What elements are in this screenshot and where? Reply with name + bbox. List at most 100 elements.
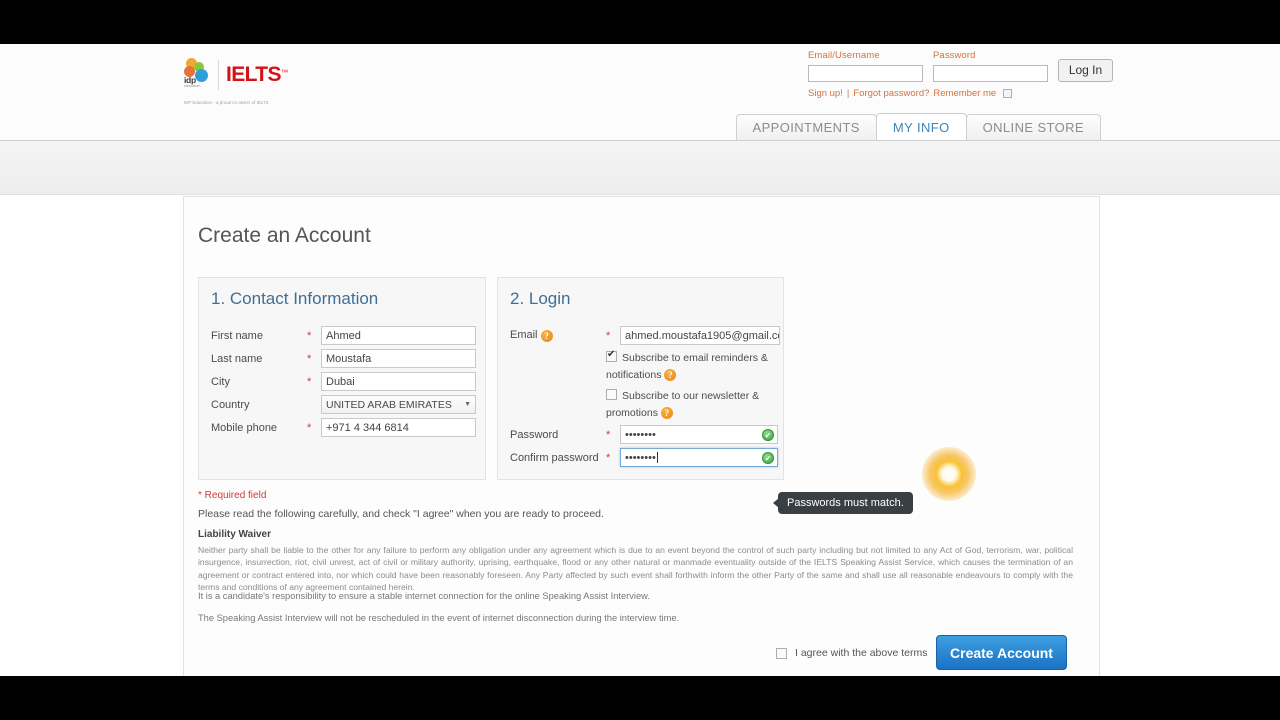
confirm-password-value: •••••••• [625, 451, 656, 464]
liability-waiver-text: Neither party shall be liable to the oth… [198, 545, 1073, 593]
chevron-down-icon: ▼ [464, 401, 471, 408]
login-panel-title: 2. Login [510, 289, 571, 308]
login-links-row: Sign up! | Forgot password? Remember me [808, 88, 1113, 99]
subscribe-reminders-label: Subscribe to email reminders & notificat… [606, 352, 768, 381]
required-field-note: * Required field [198, 490, 267, 501]
country-select-value: UNITED ARAB EMIRATES [326, 398, 452, 411]
password-input[interactable]: •••••••• [620, 425, 778, 444]
remember-me-label: Remember me [933, 87, 997, 99]
create-account-button[interactable]: Create Account [936, 635, 1067, 670]
subscribe-newsletter-checkbox[interactable] [606, 389, 617, 400]
agree-terms-checkbox[interactable] [776, 647, 787, 659]
idp-sub-wordmark: education [184, 84, 201, 88]
country-select[interactable]: UNITED ARAB EMIRATES ▼ [321, 395, 476, 414]
forgot-password-link[interactable]: Forgot password? [853, 88, 929, 99]
page-title: Create an Account [198, 224, 371, 247]
cursor-click-highlight [922, 447, 976, 501]
last-name-required-mark: * [307, 352, 312, 365]
country-label: Country [211, 398, 250, 411]
field-row-email: Email ? * ahmed.moustafa1905@gmail.com [510, 326, 780, 345]
login-email-input[interactable] [808, 64, 923, 82]
first-name-required-mark: * [307, 329, 312, 342]
subscribe-reminders-row[interactable]: Subscribe to email reminders & notificat… [606, 349, 778, 384]
text-caret [656, 452, 658, 463]
login-password-label: Password [933, 50, 976, 61]
links-separator: | [846, 87, 850, 99]
email-help-icon[interactable]: ? [540, 329, 553, 342]
first-name-input[interactable]: Ahmed [321, 326, 476, 345]
email-required-mark: * [606, 329, 611, 342]
letterbox-bottom-bar [0, 676, 1280, 720]
contact-information-panel: 1. Contact Information First name * Ahme… [198, 277, 486, 480]
trademark-symbol: ™ [280, 69, 288, 77]
header-login-widget: Email/Username Password Log In Sign up! … [808, 50, 1113, 99]
subscribe-reminders-checkbox[interactable] [606, 349, 617, 362]
brand-tagline: IDP Education - a proud co-owner of IELT… [184, 100, 269, 105]
field-row-mobile-phone: Mobile phone * +971 4 344 6814 [211, 418, 476, 437]
field-row-first-name: First name * Ahmed [211, 326, 476, 345]
contact-panel-title: 1. Contact Information [211, 289, 379, 308]
log-in-button[interactable]: Log In [1058, 58, 1113, 82]
field-row-country: Country UNITED ARAB EMIRATES ▼ [211, 395, 476, 414]
site-header: idp education IELTS™ IDP Education - a p… [0, 44, 1280, 141]
tab-online-store[interactable]: ONLINE STORE [965, 114, 1101, 140]
create-account-card: Create an Account 1. Contact Information… [183, 196, 1100, 676]
login-password-group: Password [933, 50, 1048, 82]
login-password-input[interactable] [933, 64, 1048, 82]
subscribe-newsletter-help-icon[interactable]: ? [660, 407, 673, 420]
nav-tab-list: APPOINTMENTS MY INFO ONLINE STORE [735, 113, 1101, 140]
city-input[interactable]: Dubai [321, 372, 476, 391]
agree-terms-row[interactable]: I agree with the above terms [776, 647, 928, 659]
confirm-password-required-mark: * [606, 451, 611, 464]
agree-terms-label: I agree with the above terms [795, 647, 928, 659]
browser-page: idp education IELTS™ IDP Education - a p… [0, 44, 1280, 676]
brand-divider [218, 60, 219, 90]
mobile-phone-input[interactable]: +971 4 344 6814 [321, 418, 476, 437]
last-name-input[interactable]: Moustafa [321, 349, 476, 368]
liability-waiver-heading: Liability Waiver [198, 529, 271, 540]
internet-connection-note: It is a candidate's responsibility to en… [198, 591, 650, 601]
city-label: City [211, 375, 230, 388]
password-input-wrap: •••••••• ✔ [620, 425, 778, 444]
field-row-city: City * Dubai [211, 372, 476, 391]
first-name-label: First name [211, 329, 263, 342]
brand-logo[interactable]: idp education IELTS™ IDP Education - a p… [183, 58, 363, 105]
agree-instructions: Please read the following carefully, and… [198, 508, 604, 520]
login-email-group: Email/Username [808, 50, 923, 82]
field-row-confirm-password: Confirm password * •••••••• ✔ [510, 448, 778, 467]
subscribe-newsletter-row[interactable]: Subscribe to our newsletter & promotions… [606, 388, 778, 422]
confirm-password-label: Confirm password [510, 451, 599, 464]
email-input[interactable]: ahmed.moustafa1905@gmail.com [620, 326, 780, 345]
login-email-label: Email/Username [808, 50, 880, 61]
logo-row: idp education IELTS™ [183, 58, 363, 92]
confirm-password-input-wrap: •••••••• ✔ [620, 448, 778, 467]
password-label: Password [510, 428, 559, 441]
city-required-mark: * [307, 375, 312, 388]
subscribe-reminders-help-icon[interactable]: ? [664, 369, 677, 382]
page-banner-band [0, 141, 1280, 195]
password-valid-icon: ✔ [762, 428, 774, 441]
tab-my-info[interactable]: MY INFO [875, 113, 967, 140]
password-match-tooltip: Passwords must match. [778, 492, 913, 514]
confirm-password-input[interactable]: •••••••• [620, 448, 778, 467]
letterbox-top-bar [0, 0, 1280, 44]
reschedule-policy-note: The Speaking Assist Interview will not b… [198, 613, 680, 623]
login-panel: 2. Login Email ? * ahmed.moustafa1905@gm… [497, 277, 784, 480]
main-navigation: APPOINTMENTS MY INFO ONLINE STORE [0, 113, 1280, 141]
idp-dot-blue [195, 69, 208, 82]
field-row-last-name: Last name * Moustafa [211, 349, 476, 368]
ielts-wordmark-wrap: IELTS™ [226, 63, 288, 87]
tab-appointments[interactable]: APPOINTMENTS [735, 114, 877, 140]
email-label-wrap: Email ? [510, 329, 606, 342]
sign-up-link[interactable]: Sign up! [808, 88, 843, 99]
last-name-label: Last name [211, 352, 263, 365]
password-required-mark: * [606, 428, 611, 441]
field-row-password: Password * •••••••• ✔ [510, 425, 778, 444]
confirm-password-valid-icon: ✔ [762, 451, 774, 464]
login-fields-row: Email/Username Password Log In [808, 50, 1113, 82]
remember-me-checkbox[interactable] [1003, 88, 1013, 98]
mobile-phone-label: Mobile phone [211, 421, 278, 434]
email-label: Email [510, 329, 538, 342]
subscribe-newsletter-label: Subscribe to our newsletter & promotions [606, 390, 760, 419]
mobile-phone-required-mark: * [307, 421, 312, 434]
